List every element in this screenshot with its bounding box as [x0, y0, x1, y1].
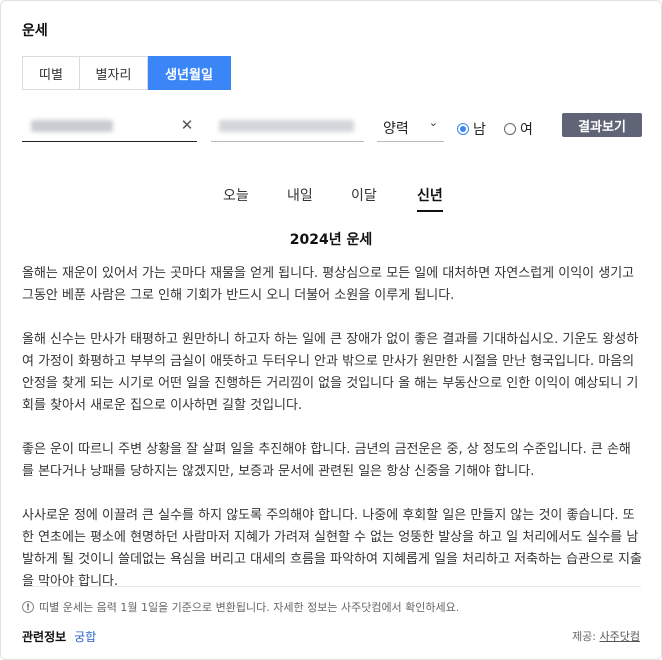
tab-birthdate[interactable]: 생년월일	[148, 56, 231, 90]
result-button[interactable]: 결과보기	[562, 113, 642, 137]
calendar-type-select[interactable]: 양력 ⌄	[377, 110, 444, 142]
blurred-name-value	[31, 120, 113, 132]
card-title: 운세	[22, 23, 48, 39]
notice-text: 띠별 운세는 음력 1월 1일을 기준으로 변환됩니다. 자세한 정보는 사주닷…	[39, 601, 460, 614]
calendar-type-value: 양력	[383, 121, 409, 137]
related-info: 관련정보 궁합	[22, 628, 96, 645]
notice: ! 띠별 운세는 음력 1월 1일을 기준으로 변환됩니다. 자세한 정보는 사…	[22, 599, 459, 615]
result-title: 2024년 운세	[289, 232, 373, 248]
fortune-text: 올해는 재운이 있어서 가는 곳마다 재물을 얻게 됩니다. 평상심으로 모든 …	[22, 263, 642, 615]
close-icon[interactable]: ✕	[179, 116, 195, 134]
provider-label: 제공:	[572, 630, 597, 643]
radio-unchecked-icon	[504, 123, 516, 135]
divider	[22, 586, 641, 587]
related-info-label: 관련정보	[22, 630, 67, 644]
birthdate-input[interactable]	[211, 110, 364, 142]
tab-new-year[interactable]: 신년	[417, 185, 443, 212]
tab-this-month[interactable]: 이달	[351, 185, 377, 205]
category-tabs: 띠별 별자리 생년월일	[22, 56, 231, 90]
exclamation-circle-icon: !	[22, 601, 34, 613]
gender-male-label: 남	[473, 122, 486, 138]
gender-female-radio[interactable]: 여	[504, 119, 533, 139]
tab-today[interactable]: 오늘	[223, 185, 249, 205]
fortune-card: 운세 띠별 별자리 생년월일 ✕ 양력 ⌄ 남 여 결과보기 오늘 내일 이달 …	[0, 0, 662, 660]
tab-zodiac-animal[interactable]: 띠별	[22, 56, 80, 90]
gender-male-radio[interactable]: 남	[457, 119, 486, 139]
compatibility-link[interactable]: 궁합	[74, 630, 96, 644]
blurred-birthdate-value	[219, 120, 354, 132]
radio-checked-icon	[457, 123, 469, 135]
tab-tomorrow[interactable]: 내일	[287, 185, 313, 205]
fortune-paragraph: 올해는 재운이 있어서 가는 곳마다 재물을 얻게 됩니다. 평상심으로 모든 …	[22, 266, 635, 303]
fortune-paragraph: 사사로운 정에 이끌려 큰 실수를 하지 않도록 주의해야 합니다. 나중에 후…	[22, 508, 642, 589]
chevron-down-icon: ⌄	[428, 116, 438, 129]
provider-info: 제공: 사주닷컴	[572, 628, 640, 644]
gender-female-label: 여	[520, 122, 533, 138]
period-tabs: 오늘 내일 이달 신년	[1, 185, 661, 212]
provider-link[interactable]: 사주닷컴	[600, 630, 640, 643]
tab-constellation[interactable]: 별자리	[80, 56, 148, 90]
name-input[interactable]: ✕	[22, 110, 197, 142]
fortune-paragraph: 좋은 운이 따르니 주변 상황을 잘 살펴 일을 추진해야 합니다. 금년의 금…	[22, 442, 631, 479]
fortune-paragraph: 올해 신수는 만사가 태평하고 원만하니 하고자 하는 일에 큰 장애가 없이 …	[22, 332, 639, 413]
